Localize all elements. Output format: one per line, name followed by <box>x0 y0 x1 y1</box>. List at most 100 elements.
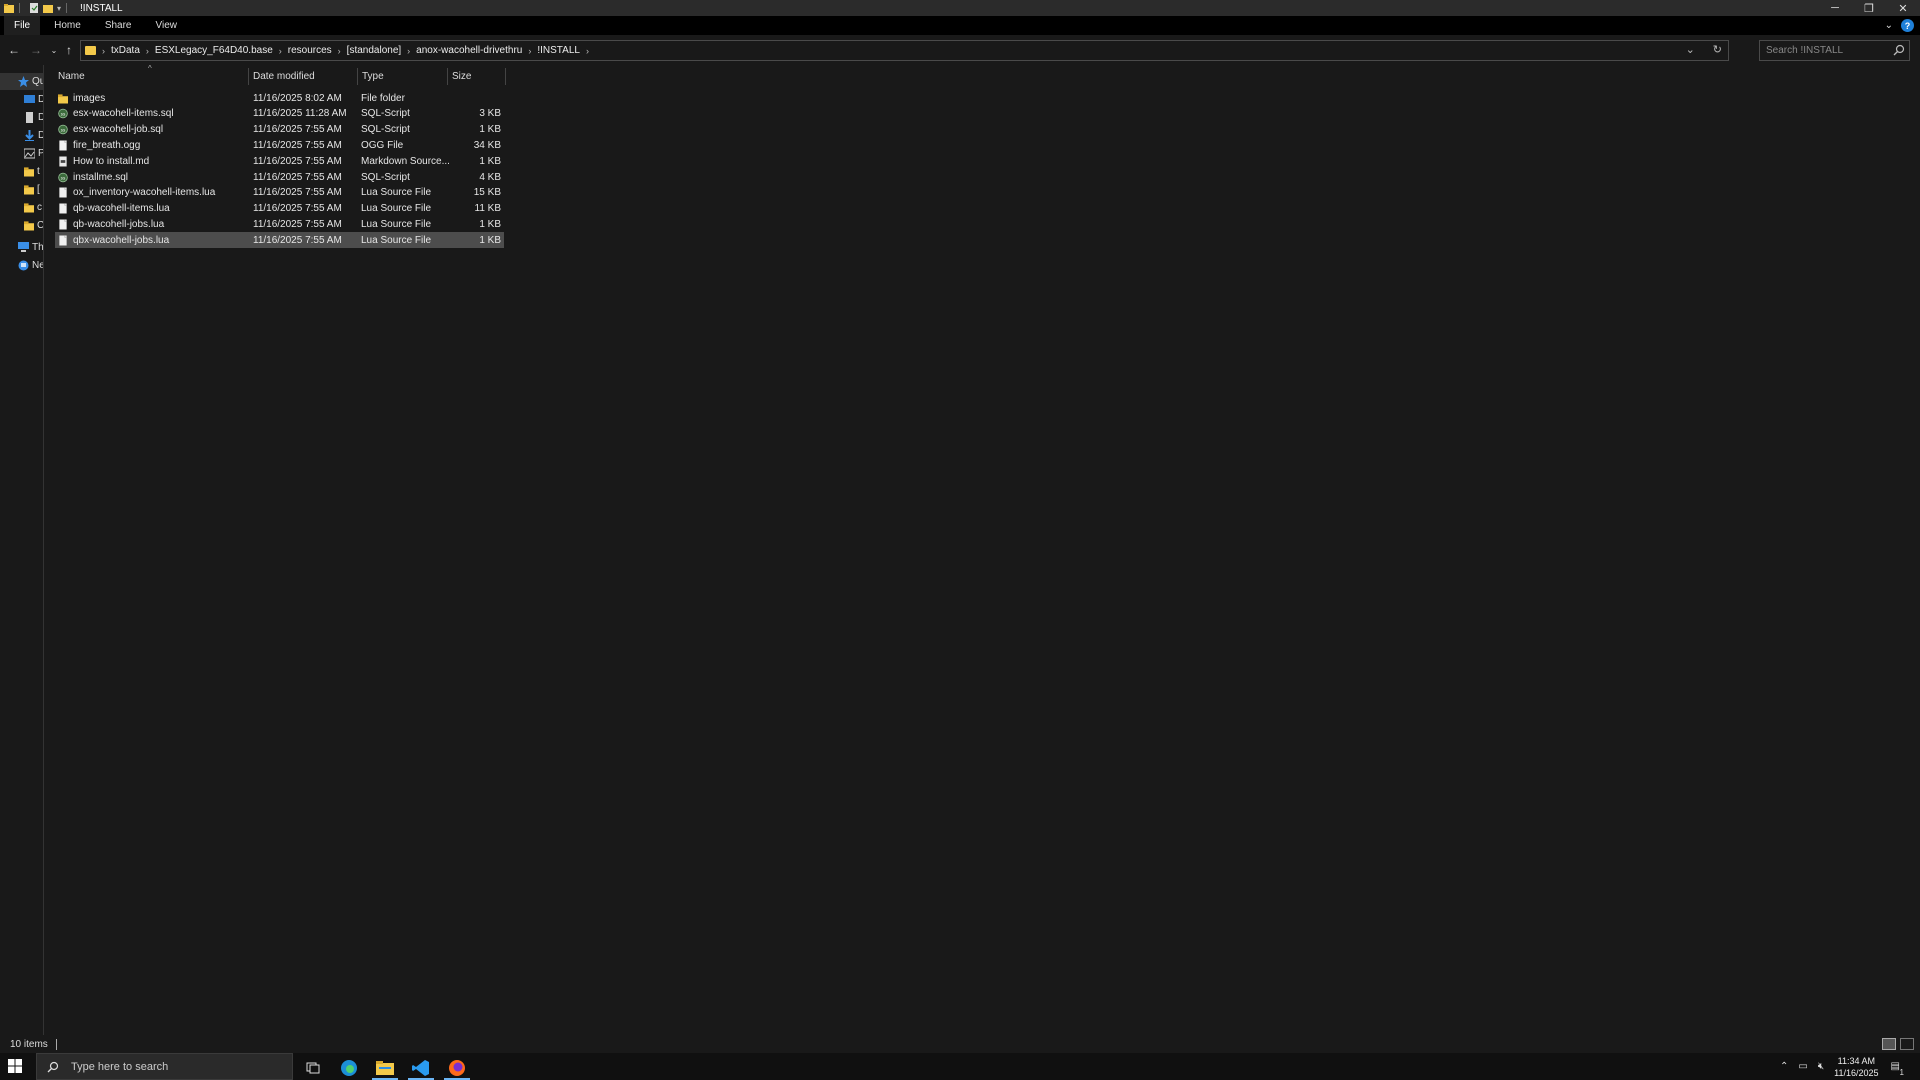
vscode-icon[interactable] <box>404 1055 438 1080</box>
restore-icon[interactable]: ❐ <box>1852 0 1886 16</box>
file-explorer-icon[interactable] <box>368 1055 402 1080</box>
chevron-down-icon[interactable]: ⌄ <box>1686 43 1695 56</box>
clock[interactable]: 11:34 AM 11/16/2025 <box>1834 1055 1878 1079</box>
file-row[interactable]: How to install.md 11/16/2025 7:55 AM Markd… <box>55 153 504 169</box>
breadcrumb-esxlegacy[interactable]: ESXLegacy_F64D40.base <box>155 45 273 56</box>
divider <box>66 3 68 13</box>
large-icons-view-icon[interactable] <box>1900 1038 1914 1050</box>
chevron-right-icon[interactable]: › <box>528 46 531 56</box>
properties-icon[interactable] <box>29 3 39 13</box>
chevron-right-icon[interactable]: › <box>102 46 105 56</box>
address-bar[interactable]: › txData › ESXLegacy_F64D40.base › resou… <box>80 40 1729 61</box>
file-name: images <box>73 92 106 104</box>
window-controls: ─ ❐ ✕ <box>1818 0 1920 16</box>
nav-item-3[interactable]: D <box>0 127 43 144</box>
details-view-icon[interactable] <box>1882 1038 1896 1050</box>
nav-item-0[interactable]: Qu <box>0 73 43 90</box>
customize-quick-access-icon[interactable]: ▾ <box>57 4 61 13</box>
nav-item-6[interactable]: [ <box>0 181 43 198</box>
tab-home[interactable]: Home <box>44 16 91 35</box>
breadcrumb-standalone[interactable]: [standalone] <box>347 45 402 56</box>
file-type: File folder <box>361 92 405 104</box>
nav-item-5[interactable]: t <box>0 163 43 180</box>
nav-item-label: Qu <box>32 76 43 87</box>
notification-icon[interactable]: ▤ 1 <box>1891 1061 1904 1077</box>
nav-item-2[interactable]: D <box>0 109 43 126</box>
nav-item-9[interactable]: Th <box>0 239 43 256</box>
tab-share[interactable]: Share <box>95 16 142 35</box>
file-row[interactable]: fire_breath.ogg 11/16/2025 7:55 AM OGG Fil… <box>55 137 504 153</box>
up-arrow-icon[interactable]: ↑ <box>62 43 76 57</box>
file-row[interactable]: qb-wacohell-items.lua 11/16/2025 7:55 AM L… <box>55 201 504 217</box>
chevron-right-icon[interactable]: › <box>279 46 282 56</box>
column-header-date-modified[interactable]: Date modified <box>249 68 357 85</box>
file-row[interactable]: qbx-wacohell-jobs.lua 11/16/2025 7:55 AM L… <box>55 232 504 249</box>
nav-item-4[interactable]: P <box>0 145 43 162</box>
navigation-pane[interactable]: QuDDDPt[cCThNe <box>0 65 44 1035</box>
edge-browser-icon[interactable] <box>332 1055 366 1080</box>
breadcrumb-install[interactable]: !INSTALL <box>537 45 580 56</box>
nav-item-1[interactable]: D <box>0 91 43 108</box>
file-date-modified: 11/16/2025 7:55 AM <box>253 203 342 215</box>
breadcrumb-anox-wacohell-drivethru[interactable]: anox-wacohell-drivethru <box>416 45 522 56</box>
new-folder-icon[interactable] <box>43 3 53 13</box>
file-row[interactable]: qb-wacohell-jobs.lua 11/16/2025 7:55 AM Lu… <box>55 216 504 232</box>
network-icon[interactable]: ▭ <box>1798 1061 1807 1072</box>
forward-arrow-icon[interactable]: → <box>29 43 43 57</box>
search-box[interactable] <box>1759 40 1910 61</box>
divider <box>19 3 20 13</box>
file-type: Lua Source File <box>361 203 432 215</box>
recent-locations-icon[interactable]: ⌄ <box>47 43 61 57</box>
chevron-right-icon[interactable]: › <box>407 46 410 56</box>
chevron-right-icon[interactable]: › <box>338 46 341 56</box>
search-input[interactable] <box>1760 41 1885 60</box>
chevron-right-icon[interactable]: › <box>146 46 149 56</box>
help-icon[interactable]: ? <box>1901 19 1914 32</box>
file-row[interactable]: images 11/16/2025 8:02 AM File folder <box>55 90 504 106</box>
network-icon <box>18 260 29 271</box>
column-divider[interactable] <box>505 68 506 85</box>
file-name: qb-wacohell-items.lua <box>73 203 170 215</box>
tab-file[interactable]: File <box>4 16 41 35</box>
file-row[interactable]: ss installme.sql 11/16/2025 7:55 AM SQL-Scr… <box>55 169 504 185</box>
firefox-icon[interactable] <box>440 1055 474 1080</box>
chevron-up-icon[interactable]: ⌃ <box>1780 1061 1788 1072</box>
refresh-icon[interactable]: ↻ <box>1713 43 1722 56</box>
divider <box>55 1038 57 1050</box>
search-icon <box>47 1061 59 1072</box>
file-name: fire_breath.ogg <box>73 139 141 151</box>
windows-start-icon[interactable] <box>8 1059 22 1073</box>
expand-ribbon-icon[interactable]: ⌄ <box>1885 20 1893 31</box>
file-date-modified: 11/16/2025 8:02 AM <box>253 92 342 104</box>
task-view-icon[interactable] <box>296 1055 330 1080</box>
file-row[interactable]: ox_inventory-wacohell-items.lua 11/16/202… <box>55 185 504 201</box>
column-header-size[interactable]: Size <box>448 68 505 85</box>
nav-item-label: [ <box>37 184 40 195</box>
nav-item-10[interactable]: Ne <box>0 257 44 274</box>
taskbar-search[interactable]: Type here to search <box>36 1053 293 1080</box>
nav-item-label: Ne <box>32 260 44 271</box>
file-row[interactable]: ss esx-wacohell-items.sql 11/16/2025 11:28… <box>55 106 504 122</box>
close-icon[interactable]: ✕ <box>1886 0 1920 16</box>
nav-item-8[interactable]: C <box>0 217 43 234</box>
file-row[interactable]: ss esx-wacohell-job.sql 11/16/2025 7:55 AM… <box>55 122 504 138</box>
volume-muted-icon[interactable]: 🔇︎ <box>1818 1061 1824 1072</box>
column-header-type[interactable]: Type <box>358 68 447 85</box>
tab-view[interactable]: View <box>146 16 188 35</box>
column-header-name[interactable]: Name <box>54 68 248 85</box>
breadcrumb-txdata[interactable]: txData <box>111 45 140 56</box>
file-date-modified: 11/16/2025 11:28 AM <box>253 108 347 120</box>
back-arrow-icon[interactable]: ← <box>7 43 21 57</box>
search-icon[interactable] <box>1893 44 1905 56</box>
file-type: Markdown Source... <box>361 155 450 167</box>
file-name-cell: ss esx-wacohell-items.sql <box>58 108 174 119</box>
breadcrumb-resources[interactable]: resources <box>288 45 332 56</box>
clock-time: 11:34 AM <box>1837 1055 1876 1066</box>
file-name-cell: qb-wacohell-items.lua <box>58 203 170 214</box>
chevron-right-icon[interactable]: › <box>586 46 589 56</box>
nav-item-7[interactable]: c <box>0 199 43 216</box>
markdown-file-icon <box>58 156 68 167</box>
file-size: 11 KB <box>474 203 502 215</box>
minimize-icon[interactable]: ─ <box>1818 0 1852 16</box>
document-icon <box>24 112 35 123</box>
